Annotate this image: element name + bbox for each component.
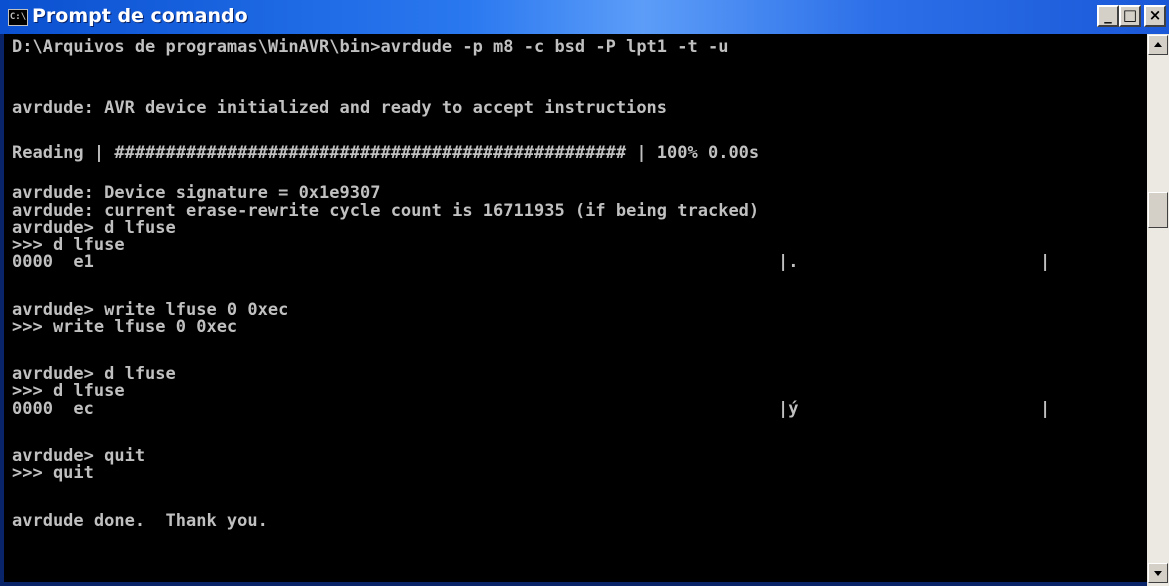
vertical-scrollbar[interactable] — [1147, 34, 1169, 586]
window-title: Prompt de comando — [32, 5, 248, 27]
console-line: 0000 e1 — [12, 252, 94, 272]
dump-ascii-left: |. — [778, 252, 799, 272]
close-button[interactable]: × — [1144, 5, 1166, 27]
scroll-up-button[interactable] — [1148, 35, 1168, 55]
maximize-button[interactable]: □ — [1119, 5, 1141, 27]
console-line: Reading | ##############################… — [12, 143, 760, 163]
dump-ascii-right: | — [1040, 252, 1051, 272]
console-line: avrdude: AVR device initialized and read… — [12, 98, 668, 118]
dump-ascii-left: |ý — [778, 399, 799, 419]
console-line: 0000 ec — [12, 399, 94, 419]
scroll-down-button[interactable] — [1148, 563, 1168, 583]
minimize-button[interactable]: _ — [1097, 5, 1119, 27]
scroll-thumb[interactable] — [1148, 192, 1168, 228]
title-bar[interactable]: C:\ Prompt de comando _ □ × — [0, 0, 1169, 34]
cmd-icon[interactable]: C:\ — [8, 9, 28, 26]
arrow-down-icon — [1154, 571, 1162, 576]
dump-ascii-right: | — [1040, 399, 1051, 419]
console-line: D:\Arquivos de programas\WinAVR\bin>avrd… — [12, 37, 729, 57]
arrow-up-icon — [1154, 42, 1162, 47]
command-prompt-window: C:\ Prompt de comando _ □ × D:\Arquivos … — [0, 0, 1169, 586]
console-line: >>> d lfuse — [12, 381, 125, 401]
console-line: avrdude: Device signature = 0x1e9307 — [12, 183, 381, 203]
console-output[interactable]: D:\Arquivos de programas\WinAVR\bin>avrd… — [4, 34, 1147, 582]
console-line: avrdude done. Thank you. — [12, 511, 268, 531]
console-line: >>> quit — [12, 463, 94, 483]
console-line: >>> write lfuse 0 0xec — [12, 317, 238, 337]
